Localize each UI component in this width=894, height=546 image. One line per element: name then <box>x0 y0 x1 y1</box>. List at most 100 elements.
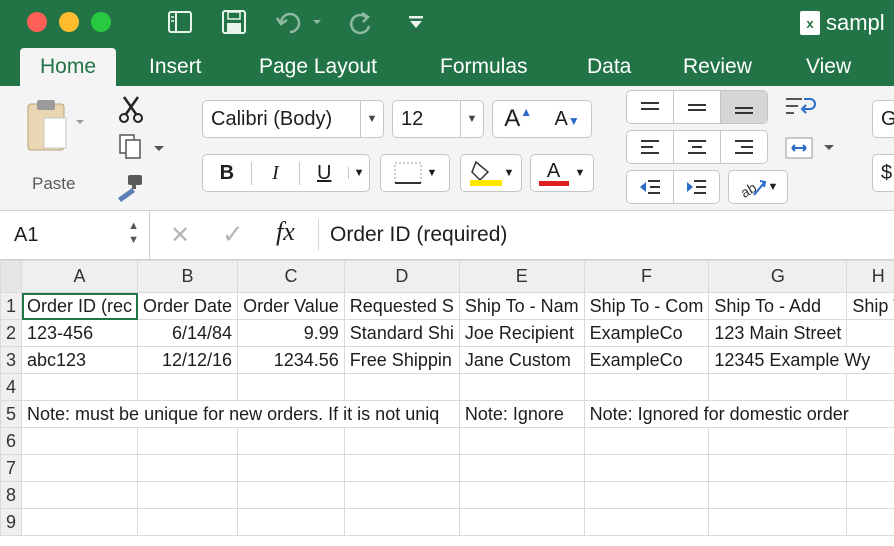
copy-icon[interactable] <box>116 132 166 162</box>
cell-d1[interactable]: Requested S <box>343 292 460 320</box>
tab-home[interactable]: Home <box>20 48 117 86</box>
cell-d4[interactable] <box>343 373 460 401</box>
cell-a6[interactable] <box>21 427 139 455</box>
merge-center-button[interactable] <box>784 134 840 162</box>
tab-formulas[interactable]: Formulas <box>440 48 528 86</box>
name-box[interactable]: A1 ▲ ▼ <box>0 211 150 259</box>
cell-c1[interactable]: Order Value <box>237 292 345 320</box>
italic-button[interactable]: I <box>252 161 301 185</box>
cell-h9[interactable] <box>846 508 894 536</box>
cell-a2[interactable]: 123-456 <box>21 319 139 347</box>
cell-h7[interactable] <box>846 454 894 482</box>
cell-a8[interactable] <box>21 481 139 509</box>
cell-g1[interactable]: Ship To - Add <box>708 292 848 320</box>
undo-icon[interactable] <box>272 6 326 38</box>
save-icon[interactable] <box>218 6 250 38</box>
cell-a1[interactable]: Order ID (rec <box>21 292 139 320</box>
cell-e4[interactable] <box>458 373 585 401</box>
cell-e2[interactable]: Joe Recipient <box>458 319 585 347</box>
cell-g2[interactable]: 123 Main Street <box>708 319 848 347</box>
increase-indent-icon[interactable] <box>674 171 720 203</box>
cell-h2[interactable] <box>846 319 894 347</box>
cell-e7[interactable] <box>458 454 585 482</box>
row-header[interactable]: 2 <box>0 319 23 347</box>
cell-c3[interactable]: 1234.56 <box>237 346 345 374</box>
insert-function-icon[interactable]: fx <box>276 217 295 247</box>
font-color-button[interactable]: A ▼ <box>530 154 594 192</box>
wrap-text-icon[interactable] <box>784 94 818 122</box>
redo-icon[interactable] <box>346 6 376 38</box>
orientation-button[interactable]: ab ▼ <box>728 170 788 204</box>
row-header[interactable]: 6 <box>0 427 23 455</box>
cell-a9[interactable] <box>21 508 139 536</box>
cell-b1[interactable]: Order Date <box>137 292 239 320</box>
decrease-indent-icon[interactable] <box>627 171 674 203</box>
cell-c8[interactable] <box>237 481 345 509</box>
cell-a4[interactable] <box>21 373 139 401</box>
row-header[interactable]: 5 <box>0 400 23 428</box>
cell-a3[interactable]: abc123 <box>21 346 139 374</box>
tab-page-layout[interactable]: Page Layout <box>259 48 377 86</box>
format-painter-icon[interactable] <box>114 172 146 202</box>
cell-h8[interactable] <box>846 481 894 509</box>
cell-b4[interactable] <box>137 373 239 401</box>
row-header[interactable]: 3 <box>0 346 23 374</box>
number-format-select[interactable]: G <box>872 100 894 138</box>
cell-h1[interactable]: Ship T <box>846 292 894 320</box>
column-header-g[interactable]: G <box>708 260 848 293</box>
cell-d9[interactable] <box>343 508 460 536</box>
cell-f8[interactable] <box>583 481 710 509</box>
bottom-align-icon[interactable] <box>721 91 767 123</box>
cell-g3[interactable]: 12345 Example Wy <box>708 346 894 374</box>
cell-e6[interactable] <box>458 427 585 455</box>
tab-insert[interactable]: Insert <box>149 48 202 86</box>
cell-e1[interactable]: Ship To - Nam <box>458 292 585 320</box>
sidebar-toggle-icon[interactable] <box>164 6 196 38</box>
cell-c4[interactable] <box>237 373 345 401</box>
cell-e3[interactable]: Jane Custom <box>458 346 585 374</box>
cell-f1[interactable]: Ship To - Com <box>583 292 710 320</box>
cell-b9[interactable] <box>137 508 239 536</box>
decrease-font-size-button[interactable]: A▼ <box>555 108 580 131</box>
cell-h4[interactable] <box>846 373 894 401</box>
row-header[interactable]: 9 <box>0 508 23 536</box>
cell-f7[interactable] <box>583 454 710 482</box>
cell-g7[interactable] <box>708 454 848 482</box>
column-header-a[interactable]: A <box>21 260 139 293</box>
cell-g8[interactable] <box>708 481 848 509</box>
cell-b6[interactable] <box>137 427 239 455</box>
tab-view[interactable]: View <box>806 48 851 86</box>
row-header[interactable]: 4 <box>0 373 23 401</box>
cell-d6[interactable] <box>343 427 460 455</box>
cell-b8[interactable] <box>137 481 239 509</box>
tab-review[interactable]: Review <box>683 48 752 86</box>
cell-f5[interactable]: Note: Ignored for domestic order <box>583 400 894 428</box>
column-header-f[interactable]: F <box>583 260 710 293</box>
zoom-window-button[interactable] <box>91 12 111 32</box>
minimize-window-button[interactable] <box>59 12 79 32</box>
cell-f4[interactable] <box>583 373 710 401</box>
align-right-icon[interactable] <box>721 131 767 163</box>
cell-g9[interactable] <box>708 508 848 536</box>
cell-e5[interactable]: Note: Ignore <box>458 400 585 428</box>
cell-f2[interactable]: ExampleCo <box>583 319 710 347</box>
cell-f9[interactable] <box>583 508 710 536</box>
cell-f6[interactable] <box>583 427 710 455</box>
cell-h6[interactable] <box>846 427 894 455</box>
cell-b7[interactable] <box>137 454 239 482</box>
cell-d2[interactable]: Standard Shi <box>343 319 460 347</box>
currency-format-button[interactable]: $ <box>872 154 894 192</box>
cancel-edit-icon[interactable]: ✕ <box>170 221 190 250</box>
cell-b3[interactable]: 12/12/16 <box>137 346 239 374</box>
cell-b2[interactable]: 6/14/84 <box>137 319 239 347</box>
bold-button[interactable]: B <box>203 161 252 185</box>
cut-icon[interactable] <box>116 94 146 124</box>
column-header-c[interactable]: C <box>237 260 345 293</box>
cell-c2[interactable]: 9.99 <box>237 319 345 347</box>
column-header-e[interactable]: E <box>458 260 585 293</box>
select-all-corner[interactable] <box>0 260 23 293</box>
cell-c9[interactable] <box>237 508 345 536</box>
cell-f3[interactable]: ExampleCo <box>583 346 710 374</box>
align-left-icon[interactable] <box>627 131 674 163</box>
increase-font-size-button[interactable]: A▲ <box>504 105 532 133</box>
